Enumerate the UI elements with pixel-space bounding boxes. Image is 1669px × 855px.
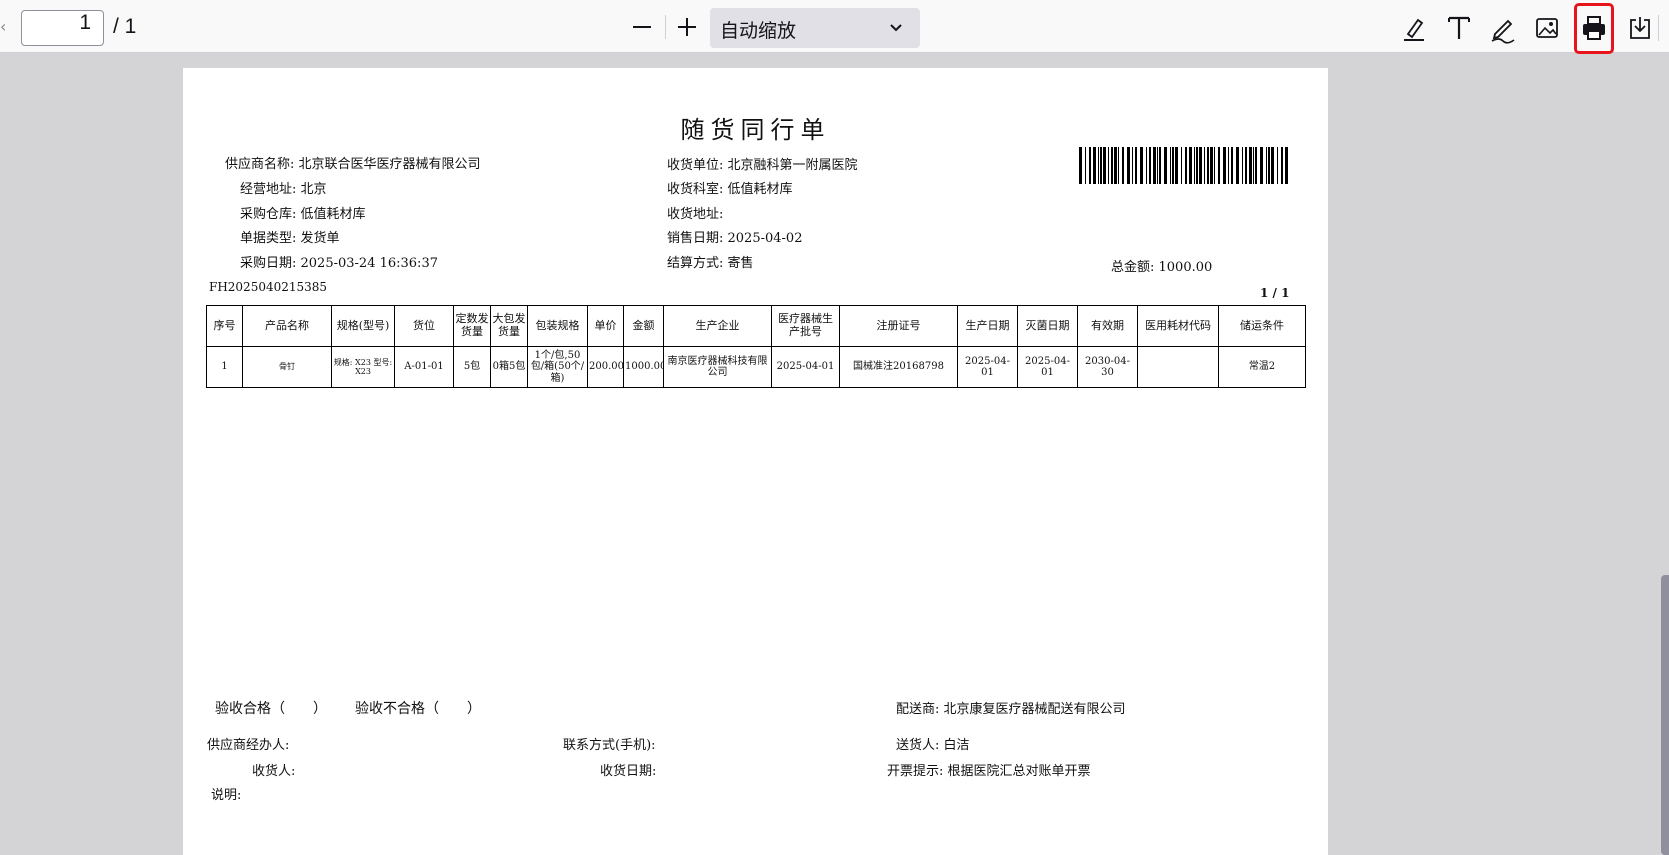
barcode-image [1079,147,1288,184]
zoom-select-label: 自动缩放 [720,20,797,42]
table-row: 1 骨钉 规格: X23 型号: X23 A-01-01 5包 0箱5包 1个/… [206,346,1306,388]
table-cell: 2025-04-01 [771,346,840,388]
document-page: 随货同行单 供应商名称: 北京联合医华医疗器械有限公司 经营地址: 北京 采购仓… [183,68,1328,855]
total-amount-field: 总金额: 1000.00 [1111,260,1213,275]
invoice-hint-field: 开票提示: 根据医院汇总对账单开票 [887,764,1091,779]
toolbar-divider [665,15,666,39]
column-header: 包装规格 [527,305,588,347]
supplier-name-field: 供应商名称: 北京联合医华医疗器械有限公司 [225,157,481,172]
sale-date-field: 销售日期: 2025-04-02 [667,231,803,246]
table-cell [1137,346,1219,388]
zoom-out-icon[interactable] [627,12,657,42]
column-header: 生产企业 [663,305,772,347]
table-cell: 2025-04-01 [957,346,1018,388]
purchase-date-field: 采购日期: 2025-03-24 16:36:37 [240,256,438,271]
table-cell: 南京医疗器械科技有限公司 [663,346,772,388]
table-cell: 规格: X23 型号: X23 [331,346,395,388]
receiving-unit-field: 收货单位: 北京融科第一附属医院 [667,158,858,173]
column-header: 规格(型号) [331,305,395,347]
column-header: 大包发货量 [490,305,528,347]
image-icon[interactable] [1531,12,1563,44]
column-header: 灭菌日期 [1017,305,1078,347]
table-cell: 常温2 [1218,346,1306,388]
document-title: 随货同行单 [680,116,831,144]
page-total-label: / 1 [113,15,137,38]
business-address-field: 经营地址: 北京 [240,182,327,197]
text-icon[interactable] [1443,12,1475,44]
table-cell: 2025-04-01 [1017,346,1078,388]
table-cell: 1个/包,50包/箱(50个/箱) [527,346,588,388]
table-cell: 1000.00 [623,346,664,388]
document-number: FH2025040215385 [209,280,328,294]
column-header: 货位 [394,305,454,347]
zoom-in-icon[interactable] [672,12,702,42]
distributor-field: 配送商: 北京康复医疗器械配送有限公司 [896,702,1126,717]
receiving-department-field: 收货科室: 低值耗材库 [667,182,793,197]
column-header: 储运条件 [1218,305,1306,347]
column-header: 单价 [587,305,624,347]
column-header: 定数发货量 [453,305,491,347]
chevron-down-icon [890,24,902,32]
receiving-address-field: 收货地址: [667,207,724,222]
table-cell: 骨钉 [242,346,332,388]
pdf-toolbar: ‹ 1 / 1 自动缩放 [0,0,1669,54]
supplier-agent-field: 供应商经办人: [207,738,290,753]
page-number-label: 1 / 1 [1260,286,1290,300]
document-type-field: 单据类型: 发货单 [240,231,340,246]
table-cell: 0箱5包 [490,346,528,388]
receiver-field: 收货人: [252,764,296,779]
save-download-icon[interactable] [1624,12,1656,44]
table-cell: 5包 [453,346,491,388]
table-cell: A-01-01 [394,346,454,388]
zoom-select[interactable]: 自动缩放 [710,8,920,48]
column-header: 医疗器械生产批号 [771,305,840,347]
table-cell: 1 [206,346,243,388]
accept-pass-checkbox: 验收合格（ ） [215,701,327,717]
print-button-highlight [1574,3,1614,54]
table-cell: 200.00 [587,346,624,388]
toolbar-divider [1658,15,1659,41]
receive-date-field: 收货日期: [600,764,657,779]
page-number-input[interactable]: 1 [21,10,104,46]
column-header: 产品名称 [242,305,332,347]
contact-phone-field: 联系方式(手机): [563,738,656,753]
note-field: 说明: [211,788,242,803]
sidebar-chevron-icon[interactable]: ‹ [0,17,6,36]
scrollbar-thumb[interactable] [1661,575,1669,855]
table-header-row: 序号 产品名称 规格(型号) 货位 定数发货量 大包发货量 包装规格 单价 金额… [206,305,1306,347]
column-header: 有效期 [1077,305,1138,347]
settlement-method-field: 结算方式: 寄售 [667,256,754,271]
table-cell: 国械准注20168798 [839,346,958,388]
table-cell: 2030-04-30 [1077,346,1138,388]
warehouse-field: 采购仓库: 低值耗材库 [240,207,366,222]
column-header: 序号 [206,305,243,347]
draw-icon[interactable] [1487,12,1519,44]
highlight-icon[interactable] [1398,12,1430,44]
accept-fail-checkbox: 验收不合格（ ） [355,701,481,717]
courier-field: 送货人: 白洁 [896,738,970,753]
goods-table: 序号 产品名称 规格(型号) 货位 定数发货量 大包发货量 包装规格 单价 金额… [206,305,1306,388]
column-header: 医用耗材代码 [1137,305,1219,347]
column-header: 金额 [623,305,664,347]
column-header: 生产日期 [957,305,1018,347]
column-header: 注册证号 [839,305,958,347]
